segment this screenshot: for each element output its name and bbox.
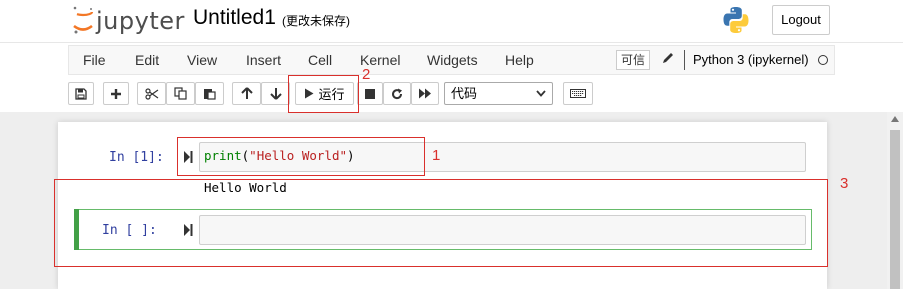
header-bar: jupyter Untitled1 (更改未保存) Logout [0, 0, 903, 43]
insert-cell-button[interactable] [103, 82, 129, 105]
kernel-separator [684, 50, 685, 70]
python-logo-icon [723, 7, 749, 33]
move-down-button[interactable] [261, 82, 290, 105]
restart-icon [392, 88, 403, 99]
cut-button[interactable] [137, 82, 166, 105]
menu-file[interactable]: File [83, 52, 106, 68]
menubar-container: File Edit View Insert Cell Kernel Widget… [0, 43, 903, 112]
save-button[interactable] [68, 82, 94, 105]
jupyter-logo[interactable]: jupyter [72, 5, 185, 35]
paste-button[interactable] [195, 82, 224, 105]
kernel-name[interactable]: Python 3 (ipykernel) [693, 52, 809, 67]
plus-icon [111, 88, 121, 99]
fast-forward-icon [419, 88, 431, 99]
command-palette-button[interactable] [563, 82, 593, 105]
menubar: File Edit View Insert Cell Kernel Widget… [68, 45, 835, 75]
toolbar: 运行 代码 [0, 80, 903, 110]
annotation-box-3 [54, 179, 828, 267]
scroll-thumb[interactable] [890, 130, 900, 289]
jupyter-brand-text: jupyter [96, 7, 185, 35]
paste-icon [204, 89, 216, 100]
scrollbar[interactable] [887, 112, 903, 289]
restart-run-all-button[interactable] [411, 82, 439, 105]
stop-icon [365, 88, 375, 99]
cell-1-prompt: In [1]: [109, 150, 164, 165]
move-up-button[interactable] [232, 82, 261, 105]
notebook-title[interactable]: Untitled1 [193, 6, 276, 30]
annotation-box-1 [177, 137, 425, 176]
jupyter-logo-icon [72, 6, 94, 34]
menu-insert[interactable]: Insert [246, 52, 281, 68]
menu-edit[interactable]: Edit [135, 52, 159, 68]
arrow-down-icon [269, 88, 282, 100]
arrow-up-icon [240, 87, 253, 99]
annotation-label-1: 1 [432, 147, 441, 164]
menu-help[interactable]: Help [505, 52, 534, 68]
copy-icon [174, 87, 187, 100]
annotation-label-3: 3 [840, 175, 849, 192]
interrupt-button[interactable] [357, 82, 383, 105]
cut-icon [144, 87, 158, 100]
pencil-icon[interactable] [661, 51, 675, 65]
restart-button[interactable] [383, 82, 411, 105]
keyboard-icon [570, 89, 586, 98]
kernel-status-icon [818, 55, 828, 65]
menu-view[interactable]: View [187, 52, 217, 68]
cell-type-value: 代码 [451, 86, 478, 101]
logout-button[interactable]: Logout [772, 5, 830, 35]
scroll-up-arrow-icon[interactable] [891, 116, 899, 122]
copy-button[interactable] [166, 82, 195, 105]
annotation-label-2: 2 [362, 66, 371, 83]
chevron-down-icon [536, 90, 546, 97]
trusted-indicator[interactable]: 可信 [616, 50, 650, 70]
menu-widgets[interactable]: Widgets [427, 52, 478, 68]
save-icon [75, 87, 87, 100]
cell-type-select[interactable]: 代码 [444, 82, 553, 105]
save-status: (更改未保存) [282, 14, 350, 28]
annotation-box-2 [288, 75, 359, 113]
menu-cell[interactable]: Cell [308, 52, 332, 68]
